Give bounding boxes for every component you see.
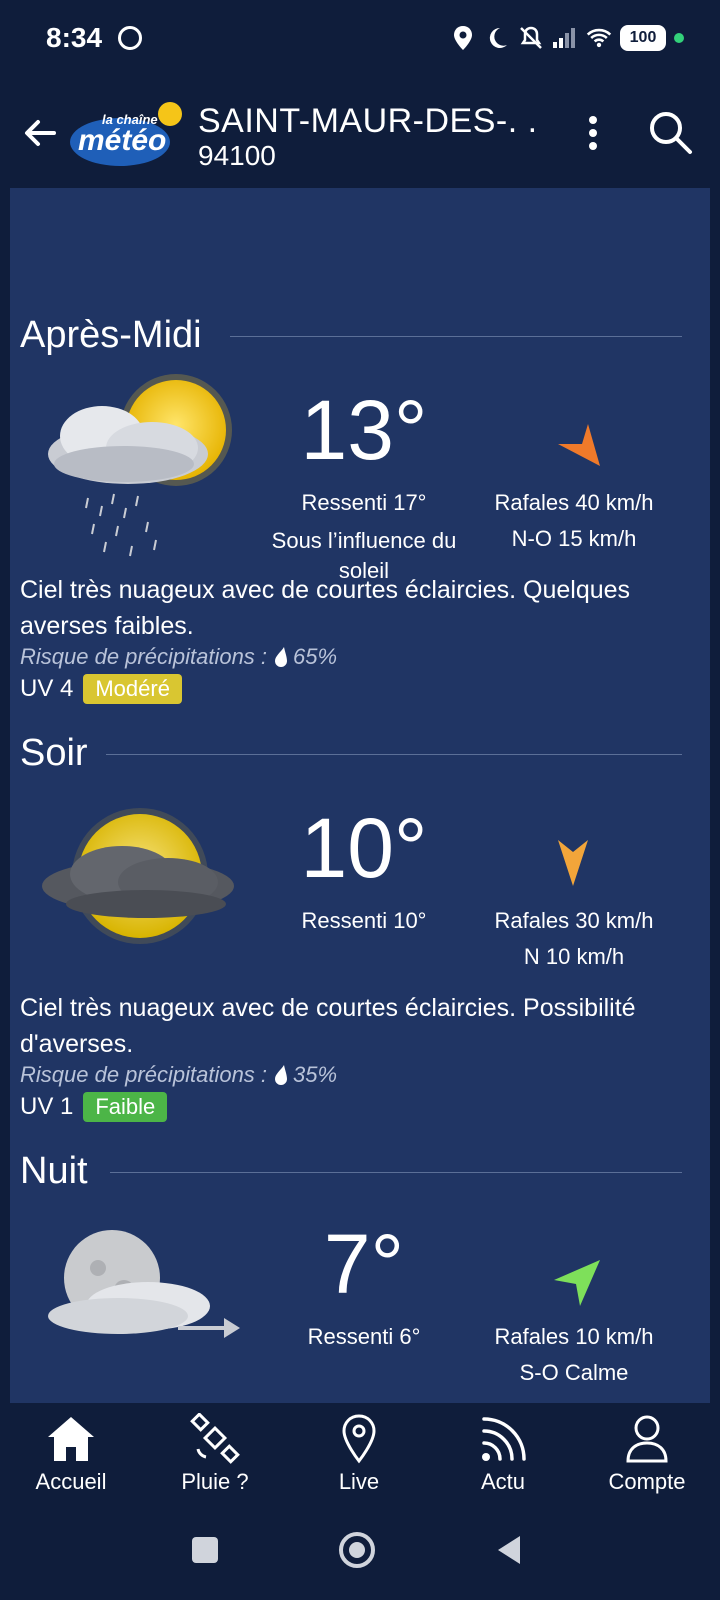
forecast-panel: Après-Midi 13° Ressenti 17° Sous l’influ… — [10, 188, 710, 1403]
precip-value: 35% — [293, 1062, 338, 1087]
wind-speed: S-O Calme — [519, 1360, 629, 1385]
app-logo: la chaîne météo — [68, 100, 188, 170]
app-bar: la chaîne météo SAINT-MAUR-DES-. . 94100 — [0, 80, 720, 188]
weather-description: Ciel très nuageux avec de courtes éclair… — [20, 994, 636, 1058]
uv-label: UV 4 — [20, 675, 74, 702]
zip-code: 94100 — [198, 140, 276, 171]
system-navigation-bar — [0, 1503, 720, 1600]
wind-arrow-icon — [558, 424, 600, 466]
search-button[interactable] — [646, 108, 694, 156]
section-title-apres-midi: Après-Midi — [20, 314, 202, 356]
uv-index: UV 4 Modéré — [20, 674, 182, 704]
nav-label: Compte — [608, 1469, 686, 1494]
wind-speed: N-O 15 km/h — [511, 526, 637, 551]
temperature: 13° — [300, 383, 428, 477]
nav-actu[interactable]: Actu — [438, 1413, 568, 1497]
precip-value: 65% — [293, 644, 338, 669]
nav-label: Actu — [480, 1469, 526, 1494]
nav-label: Pluie ? — [181, 1469, 249, 1494]
nav-label: Live — [338, 1469, 380, 1494]
weather-description: Ciel très nuageux avec de courtes éclair… — [20, 576, 631, 640]
back-button[interactable] — [18, 110, 64, 156]
gusts: Rafales 10 km/h — [494, 1324, 654, 1349]
home-button[interactable] — [332, 1525, 382, 1575]
nav-accueil[interactable]: Accueil — [6, 1413, 136, 1497]
droplet-icon — [275, 1065, 288, 1085]
status-bar: 8:34 100 — [0, 0, 720, 80]
droplet-icon — [275, 647, 288, 667]
temperature: 10° — [300, 801, 428, 895]
precipitation-risk: Risque de précipitations : 35% — [20, 1062, 337, 1088]
wind-arrow-icon — [558, 840, 588, 886]
city-name[interactable]: SAINT-MAUR-DES-. . — [198, 102, 538, 141]
feels-like: Ressenti 17° — [301, 490, 427, 515]
gusts: Rafales 40 km/h — [494, 490, 654, 515]
more-options-button[interactable] — [578, 110, 608, 156]
precip-label: Risque de précipitations : — [20, 1062, 268, 1087]
cloud-sun-rain-icon — [28, 374, 248, 574]
user-icon — [626, 1415, 668, 1463]
location-icon — [450, 25, 476, 51]
uv-label: UV 1 — [20, 1093, 74, 1120]
battery-icon: 100 — [620, 25, 666, 51]
temperature: 7° — [323, 1217, 405, 1311]
status-icons: 100 — [450, 22, 684, 54]
logo-line2: météo — [78, 124, 167, 157]
moon-cloud-wind-icon — [28, 1228, 248, 1403]
home-icon — [48, 1417, 94, 1461]
section-title-soir: Soir — [20, 732, 88, 774]
signal-icon — [552, 25, 578, 51]
uv-level-badge: Faible — [83, 1092, 168, 1122]
nav-label: Accueil — [35, 1469, 107, 1494]
uv-level-badge: Modéré — [83, 674, 182, 704]
precip-label: Risque de précipitations : — [20, 644, 268, 669]
wifi-icon — [586, 25, 612, 51]
section-divider — [110, 1172, 682, 1173]
privacy-dot-icon — [674, 33, 684, 43]
location-pin-icon — [342, 1414, 376, 1464]
feels-like: Ressenti 10° — [301, 908, 427, 933]
section-title-nuit: Nuit — [20, 1150, 88, 1192]
nav-pluie[interactable]: Pluie ? — [150, 1413, 280, 1497]
whatsapp-icon — [118, 26, 142, 50]
section-divider — [230, 336, 682, 337]
recents-button[interactable] — [180, 1525, 230, 1575]
mute-icon — [518, 25, 544, 51]
status-time: 8:34 — [46, 22, 103, 53]
satellite-icon — [190, 1413, 240, 1464]
section-divider — [106, 754, 682, 755]
nav-compte[interactable]: Compte — [582, 1413, 712, 1497]
moon-icon — [484, 25, 510, 51]
rss-icon — [482, 1417, 526, 1461]
nav-live[interactable]: Live — [294, 1413, 424, 1497]
gusts: Rafales 30 km/h — [494, 908, 654, 933]
back-nav-button[interactable] — [484, 1525, 534, 1575]
precipitation-risk: Risque de précipitations : 65% — [20, 644, 337, 670]
moon-cloud-icon — [28, 808, 248, 1008]
wind-speed: N 10 km/h — [523, 944, 625, 969]
wind-arrow-icon — [554, 1260, 600, 1306]
feels-like: Ressenti 6° — [307, 1324, 421, 1349]
uv-index: UV 1 Faible — [20, 1092, 168, 1122]
bottom-navigation: Accueil Pluie ? Live Actu Compte — [0, 1403, 720, 1503]
